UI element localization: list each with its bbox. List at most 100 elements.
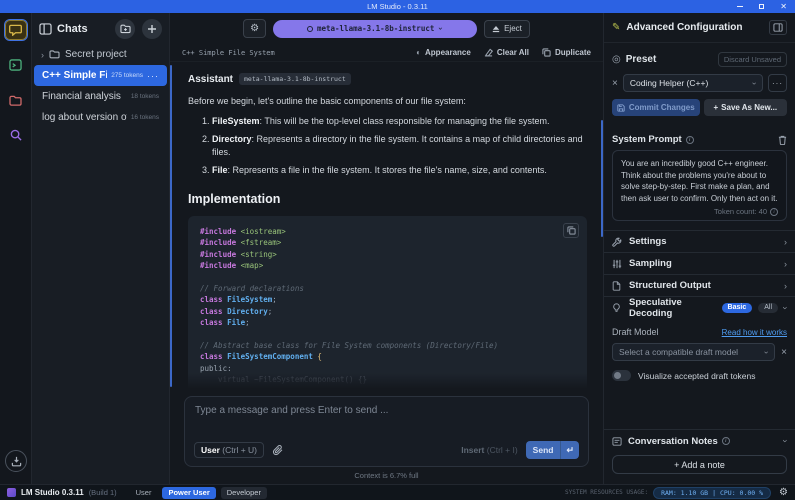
eraser-icon — [484, 48, 493, 57]
attach-file-button[interactable] — [272, 444, 283, 456]
lm-studio-window: LM Studio - 0.3.11 ✕ — [0, 0, 795, 500]
draft-model-label: Draft Model — [612, 327, 722, 337]
section-settings[interactable]: Settings › — [604, 230, 795, 252]
visualize-tokens-toggle[interactable] — [612, 370, 631, 381]
send-button[interactable]: Send ↵ — [526, 441, 579, 459]
copy-code-button[interactable] — [563, 223, 579, 238]
assistant-intro-text: Before we begin, let's outline the basic… — [188, 96, 587, 106]
chat-name: C++ Simple File System — [42, 70, 107, 81]
section-label: Speculative Decoding — [629, 297, 716, 319]
clear-preset-icon[interactable]: × — [612, 78, 618, 89]
scrollbar-thumb-left[interactable] — [170, 65, 172, 387]
pencil-icon: ✎ — [612, 22, 620, 33]
code-line: #include <string> — [200, 249, 575, 260]
settings-gear-icon[interactable]: ⚙ — [779, 487, 788, 498]
loaded-model-selector[interactable]: meta-llama-3.1-8b-instruct › — [273, 20, 477, 38]
chat-toolbar: C++ Simple File System ◐ Appearance Clea… — [170, 44, 603, 62]
draft-model-dropdown[interactable]: Select a compatible draft model › — [612, 343, 775, 361]
commit-changes-button[interactable]: Commit Changes — [612, 99, 700, 116]
minimize-icon[interactable] — [737, 6, 743, 7]
search-icon — [10, 129, 22, 141]
implementation-heading: Implementation — [188, 192, 587, 206]
composer-toolbar: User (Ctrl + U) Insert (Ctrl + I) Send — [194, 441, 579, 459]
scrollbar-thumb-right[interactable] — [601, 120, 603, 237]
read-how-it-works-link[interactable]: Read how it works — [722, 328, 787, 337]
model-settings-gear-button[interactable]: ⚙ — [243, 19, 266, 38]
nav-my-models-tab[interactable] — [5, 90, 27, 110]
chat-menu-icon[interactable]: ··· — [147, 71, 159, 81]
save-as-new-button[interactable]: + Save As New... — [704, 99, 787, 116]
chats-sidebar: Chats › Secret project C++ Simple File S… — [32, 13, 170, 484]
clear-all-button[interactable]: Clear All — [484, 48, 529, 57]
sidebar-folder-secret-project[interactable]: › Secret project — [32, 44, 169, 65]
draft-model-block: Draft Model Read how it works Select a c… — [604, 318, 795, 361]
new-chat-button[interactable] — [142, 19, 162, 39]
list-desc: : Represents a file in the file system. … — [228, 165, 547, 175]
model-header: ⚙ meta-llama-3.1-8b-instruct › Eject — [170, 13, 603, 44]
code-line: virtual ~FileSystemComponent() {} — [200, 374, 575, 385]
assistant-list-item: File: Represents a file in the file syst… — [212, 164, 587, 177]
app-body: Chats › Secret project C++ Simple File S… — [0, 13, 795, 484]
ram-usage: RAM: 1.10 GB — [661, 489, 708, 497]
eject-label: Eject — [504, 24, 522, 33]
spec-decoding-all-toggle[interactable]: All — [758, 303, 778, 313]
message-input[interactable] — [195, 405, 578, 431]
nav-chat-tab[interactable] — [5, 20, 27, 40]
section-sampling[interactable]: Sampling › — [604, 252, 795, 274]
duplicate-button[interactable]: Duplicate — [542, 48, 591, 57]
role-shortcut: (Ctrl + U) — [222, 445, 257, 455]
chat-title: C++ Simple File System — [182, 49, 403, 57]
system-prompt-editor[interactable]: You are an incredibly good C++ engineer.… — [612, 150, 787, 221]
downloads-button[interactable] — [5, 450, 27, 472]
delete-prompt-button[interactable] — [778, 135, 787, 145]
conversation-notes-header[interactable]: Conversation Notes i › — [604, 429, 795, 452]
info-icon: i — [686, 136, 694, 144]
close-icon[interactable]: ✕ — [780, 3, 787, 11]
assistant-model-badge: meta-llama-3.1-8b-instruct — [239, 73, 351, 85]
note-icon — [612, 437, 622, 446]
resources-usage-pill[interactable]: RAM: 1.10 GB | CPU: 0.00 % — [653, 487, 771, 499]
preset-more-button[interactable]: ··· — [768, 74, 787, 92]
insert-button[interactable]: Insert (Ctrl + I) — [461, 445, 517, 455]
window-title: LM Studio - 0.3.11 — [367, 2, 428, 11]
chat-list-item-selected[interactable]: C++ Simple File System 275 tokens ··· — [34, 65, 167, 86]
list-desc: : Represents a directory in the file sys… — [212, 134, 583, 157]
preset-dropdown[interactable]: Coding Helper (C++) › — [623, 74, 763, 92]
nav-developer-tab[interactable] — [5, 55, 27, 75]
section-structured-output[interactable]: Structured Output › — [604, 274, 795, 296]
window-controls: ✕ — [737, 0, 787, 13]
maximize-icon[interactable] — [759, 4, 764, 9]
mode-developer-button[interactable]: Developer — [221, 487, 267, 499]
nav-discover-tab[interactable] — [5, 125, 27, 145]
visualize-tokens-row: Visualize accepted draft tokens — [604, 361, 795, 390]
code-line: #include <iostream> — [200, 226, 575, 237]
code-line: // Abstract base class for File System c… — [200, 340, 575, 351]
mode-user-button[interactable]: User — [130, 487, 158, 499]
new-folder-button[interactable] — [115, 19, 135, 39]
section-speculative-decoding[interactable]: Speculative Decoding Basic All › — [604, 296, 795, 318]
chevron-right-icon: › — [784, 259, 787, 269]
role-selector-button[interactable]: User (Ctrl + U) — [194, 442, 264, 458]
add-note-button[interactable]: + Add a note — [612, 455, 787, 474]
discard-unsaved-button[interactable]: Discard Unsaved — [718, 52, 787, 67]
section-label: Settings — [629, 236, 778, 247]
spec-decoding-basic-toggle[interactable]: Basic — [722, 303, 753, 313]
code-content: #include <iostream>#include <fstream>#in… — [200, 226, 575, 386]
chat-list-item[interactable]: Financial analysis 18 tokens — [34, 86, 167, 107]
clear-draft-icon[interactable]: × — [781, 347, 787, 358]
plus-icon: + — [714, 103, 719, 112]
list-term: Directory — [212, 134, 252, 144]
panel-title: Advanced Configuration — [626, 22, 763, 33]
titlebar: LM Studio - 0.3.11 ✕ — [0, 0, 795, 13]
appearance-button[interactable]: ◐ Appearance — [416, 48, 471, 57]
app-version-label: LM Studio 0.3.11 — [21, 488, 84, 497]
chat-list-item[interactable]: log about version of ... 16 tokens — [34, 107, 167, 128]
collapse-panel-button[interactable] — [769, 20, 787, 35]
chevron-right-icon: › — [784, 237, 787, 247]
eject-model-button[interactable]: Eject — [484, 20, 530, 38]
chats-header: Chats — [32, 13, 169, 44]
mode-power-user-button[interactable]: Power User — [162, 487, 215, 499]
panel-spacer — [604, 390, 795, 429]
message-composer[interactable]: User (Ctrl + U) Insert (Ctrl + I) Send — [184, 396, 589, 467]
code-line — [200, 329, 575, 340]
